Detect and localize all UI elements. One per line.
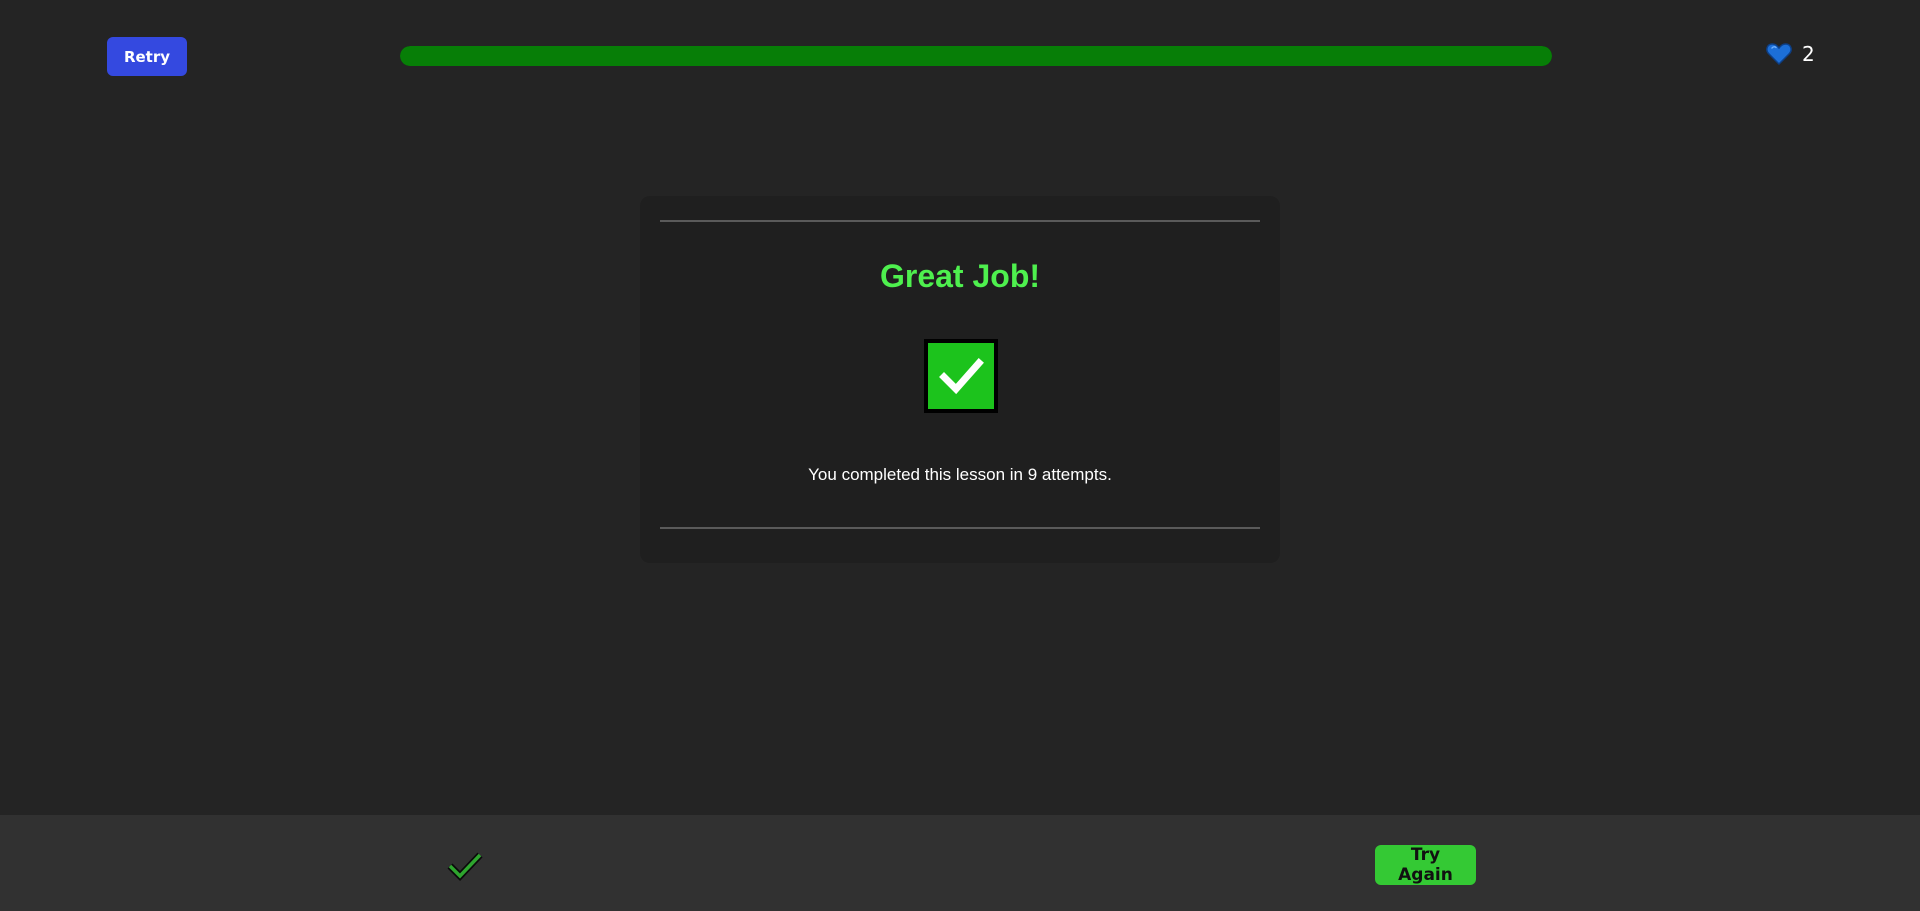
success-badge (924, 339, 998, 413)
result-message: You completed this lesson in 9 attempts. (808, 465, 1112, 484)
checkmark-icon (939, 358, 984, 395)
footer-bar: Try Again (0, 815, 1920, 911)
checkmark-icon (447, 852, 483, 882)
lives-counter: 2 (1766, 42, 1815, 66)
top-divider (660, 220, 1260, 222)
heart-icon (1766, 43, 1792, 66)
retry-button[interactable]: Retry (107, 37, 187, 76)
lesson-progress-bar (400, 46, 1552, 66)
result-title: Great Job! (879, 258, 1041, 294)
bottom-divider (660, 527, 1260, 529)
result-card: Great Job! You completed this lesson in … (640, 196, 1280, 563)
try-again-button[interactable]: Try Again (1375, 845, 1476, 885)
lesson-progress-fill (400, 46, 1552, 66)
lives-count: 2 (1802, 42, 1815, 66)
top-bar: Retry 2 (0, 0, 1920, 112)
